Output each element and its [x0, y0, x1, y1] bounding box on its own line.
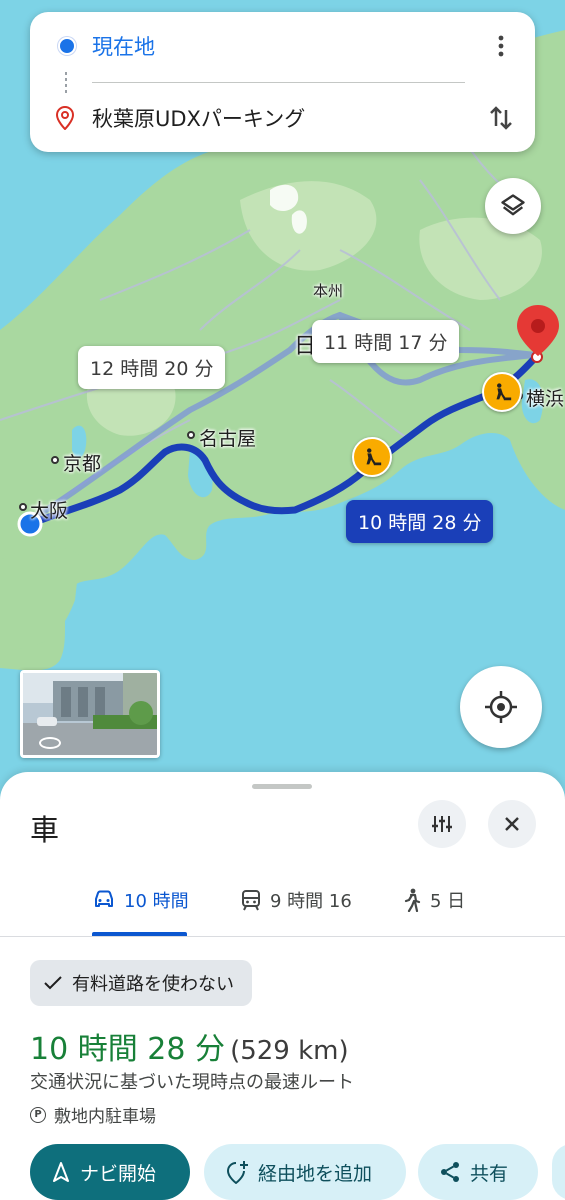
- tabs-divider: [0, 936, 565, 937]
- share-icon: [441, 1162, 459, 1182]
- map-label-yokohama[interactable]: 横浜: [526, 384, 564, 411]
- my-location-button[interactable]: [460, 666, 542, 748]
- route-description: 交通状況に基づいた現時点の最速ルート: [30, 1072, 354, 1093]
- city-dot-kyoto: [51, 456, 59, 464]
- navigation-arrow-icon: [53, 1162, 69, 1182]
- route-summary[interactable]: 10 時間 28 分 (529 km): [30, 1024, 349, 1068]
- construction-icon[interactable]: [352, 437, 392, 477]
- map-label-nagoya[interactable]: 名古屋: [199, 424, 256, 451]
- map-label-osaka[interactable]: 大阪: [30, 496, 68, 523]
- street-view-thumbnail[interactable]: [20, 670, 160, 758]
- origin-dot-icon: [58, 37, 76, 55]
- destination-row[interactable]: 秋葉原UDXパーキング: [30, 88, 535, 148]
- tab-walk-label: 5 日: [430, 891, 466, 912]
- sheet-title: 車: [30, 813, 60, 847]
- map-label-honshu: 本州: [313, 282, 344, 300]
- origin-input[interactable]: 現在地: [92, 31, 155, 61]
- tune-icon: [432, 816, 452, 832]
- swap-icon[interactable]: [487, 104, 515, 132]
- search-divider: [92, 82, 465, 83]
- directions-bottom-sheet: 車 10 時間 9 時間 16 5 日 有料道路を使わない 10 時間 28 分…: [0, 772, 565, 1200]
- add-stop-label: 経由地を追加: [258, 1162, 373, 1185]
- origin-row[interactable]: 現在地: [30, 16, 535, 76]
- train-icon: [242, 890, 260, 911]
- route-distance: (529 km): [230, 1036, 349, 1066]
- more-actions-button-partial[interactable]: [552, 1144, 565, 1200]
- city-dot-nagoya: [187, 431, 195, 439]
- layers-icon: [501, 194, 525, 216]
- parking-info: P 敷地内駐車場: [30, 1102, 156, 1127]
- start-navigation-label: ナビ開始: [80, 1162, 157, 1185]
- avoid-tolls-label: 有料道路を使わない: [72, 974, 234, 995]
- 360-icon: [39, 737, 61, 749]
- check-icon: [44, 976, 62, 990]
- directions-search-card: 現在地 秋葉原UDXパーキング: [30, 12, 535, 152]
- tab-drive-label: 10 時間: [124, 891, 189, 912]
- tab-walk[interactable]: 5 日: [402, 880, 465, 920]
- walk-icon: [404, 888, 421, 912]
- alt-route-bubble-2[interactable]: 11 時間 17 分: [312, 320, 460, 363]
- route-options-button[interactable]: [418, 800, 466, 848]
- drag-handle[interactable]: [252, 784, 312, 789]
- car-icon: [95, 890, 113, 907]
- destination-input[interactable]: 秋葉原UDXパーキング: [92, 103, 305, 133]
- close-icon: [505, 817, 519, 831]
- parking-icon: P: [30, 1106, 46, 1123]
- avoid-tolls-chip[interactable]: 有料道路を使わない: [30, 960, 252, 1006]
- layers-button[interactable]: [485, 178, 541, 234]
- more-options-icon[interactable]: [489, 34, 513, 58]
- share-label: 共有: [470, 1162, 509, 1185]
- add-location-icon: [226, 1161, 248, 1184]
- parking-label: 敷地内駐車場: [54, 1107, 156, 1127]
- city-dot-osaka: [19, 503, 27, 511]
- route-duration: 10 時間 28 分: [30, 1032, 225, 1067]
- construction-icon[interactable]: [482, 372, 522, 412]
- share-button[interactable]: 共有: [418, 1144, 538, 1200]
- selected-route-bubble[interactable]: 10 時間 28 分: [346, 500, 494, 543]
- tab-transit[interactable]: 9 時間 16: [240, 880, 352, 920]
- alt-route-bubble-1[interactable]: 12 時間 20 分: [78, 346, 226, 389]
- tab-transit-label: 9 時間 16: [270, 891, 352, 912]
- tab-drive[interactable]: 10 時間: [92, 880, 189, 920]
- map-label-kyoto[interactable]: 京都: [63, 449, 101, 476]
- start-navigation-button[interactable]: ナビ開始: [30, 1144, 190, 1200]
- add-stop-button[interactable]: 経由地を追加: [204, 1144, 406, 1200]
- location-pin-icon: [55, 105, 75, 134]
- close-button[interactable]: [488, 800, 536, 848]
- crosshair-icon: [485, 691, 517, 723]
